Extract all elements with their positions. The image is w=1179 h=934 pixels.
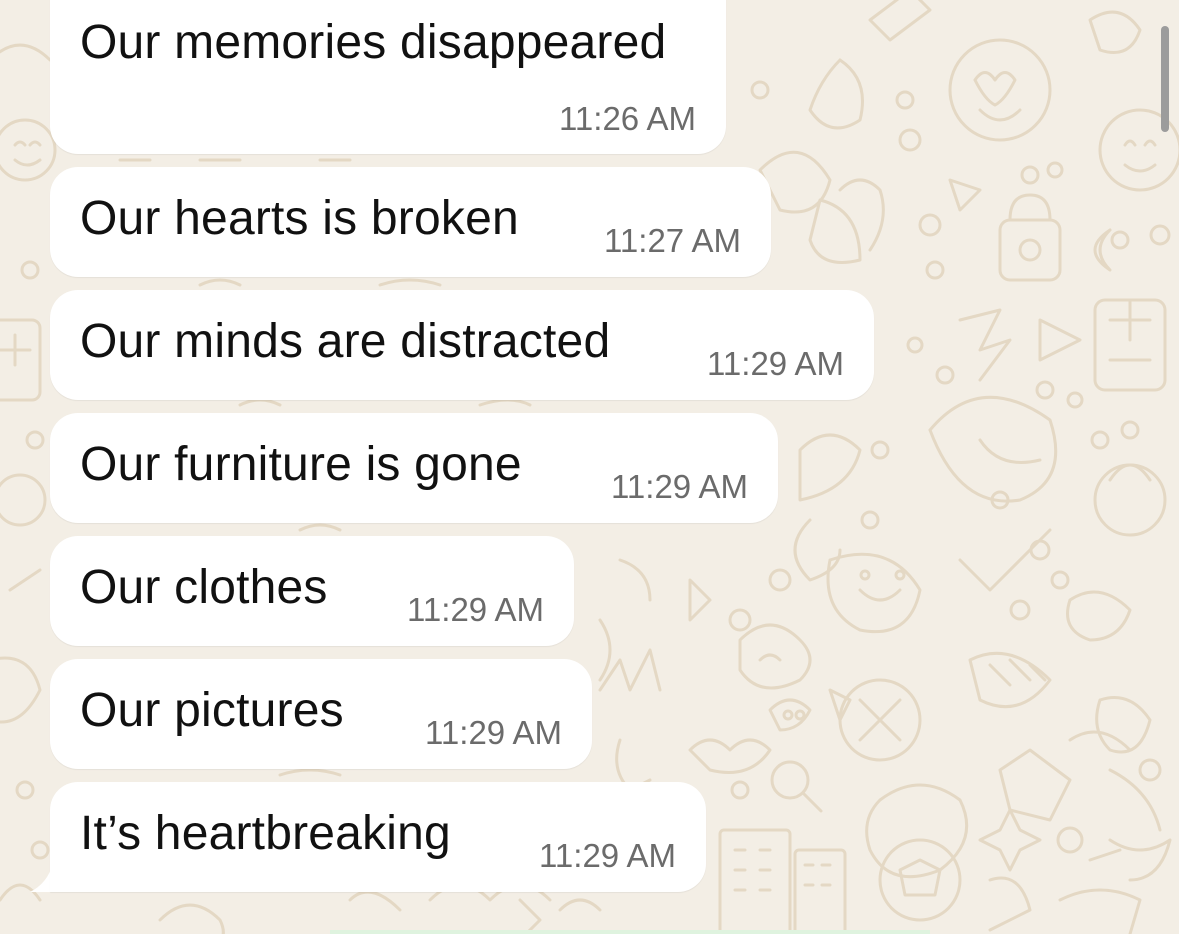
message-text: Our memories disappeared (80, 16, 667, 69)
message-timestamp: 11:29 AM (611, 468, 748, 505)
message-timestamp: 11:29 AM (539, 837, 676, 874)
scrollbar[interactable] (1161, 26, 1169, 132)
message-text: Our pictures (80, 684, 344, 737)
message-bubble[interactable]: Our memories disappeared 11:26 AM (50, 0, 726, 154)
message-text: Our clothes (80, 561, 328, 614)
message-text: Our furniture is gone (80, 438, 522, 491)
message-text: It’s heartbreaking (80, 807, 451, 860)
message-bubble[interactable]: Our pictures 11:29 AM (50, 659, 592, 769)
message-bubble[interactable]: Our clothes 11:29 AM (50, 536, 574, 646)
message-text: Our minds are distracted (80, 315, 611, 368)
message-list[interactable]: Our memories disappeared 11:26 AM Our he… (0, 0, 1179, 934)
message-bubble[interactable]: Our hearts is broken 11:27 AM (50, 167, 771, 277)
message-bubble[interactable]: Our minds are distracted 11:29 AM (50, 290, 874, 400)
message-bubble[interactable]: Our furniture is gone 11:29 AM (50, 413, 778, 523)
message-text: Our hearts is broken (80, 192, 519, 245)
outgoing-bubble-edge (330, 930, 930, 934)
message-timestamp: 11:29 AM (425, 714, 562, 751)
message-timestamp: 11:29 AM (707, 345, 844, 382)
message-timestamp: 11:27 AM (604, 222, 741, 259)
message-timestamp: 11:29 AM (407, 591, 544, 628)
message-timestamp: 11:26 AM (559, 100, 696, 137)
message-bubble[interactable]: It’s heartbreaking 11:29 AM (50, 782, 706, 892)
